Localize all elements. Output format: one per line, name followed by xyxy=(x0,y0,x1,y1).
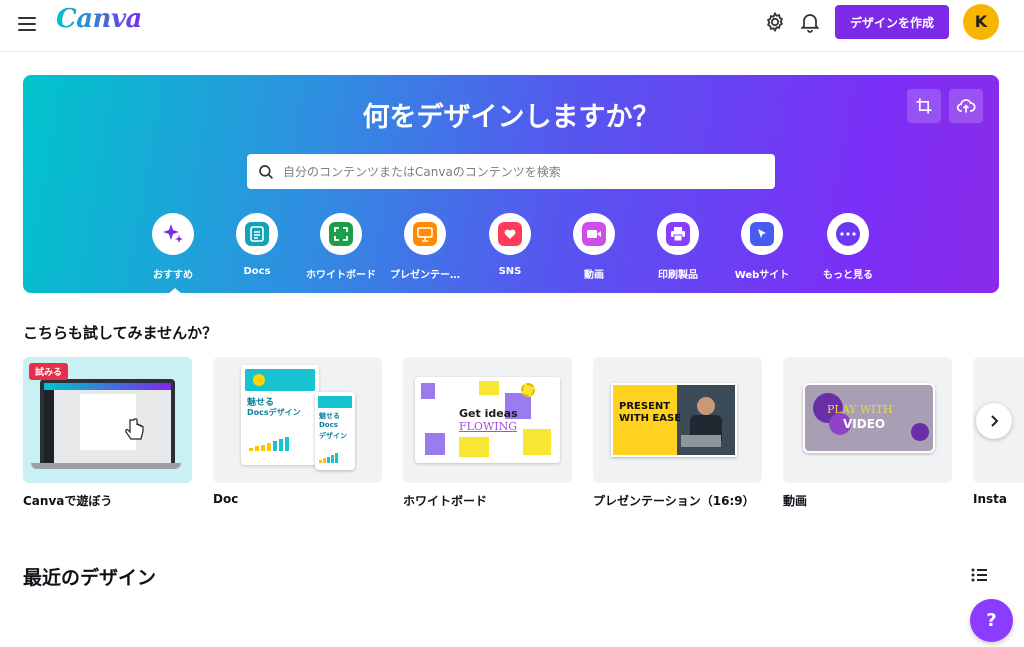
search-icon xyxy=(259,164,273,179)
suggestion-card-play[interactable]: 試みる Canvaで遊ぼう xyxy=(23,357,192,509)
category-label: ホワイトボード xyxy=(306,270,376,281)
help-button[interactable]: ? xyxy=(970,599,1013,642)
search-bar[interactable] xyxy=(247,154,775,189)
category-whiteboard[interactable]: ホワイトボード xyxy=(298,213,384,281)
thumb-text: FLOWING xyxy=(459,420,518,433)
thumb-text: PLAY WITH xyxy=(827,403,893,416)
hero-title: 何をデザインしますか？ xyxy=(362,102,660,133)
card-thumbnail: 魅せる Docsデザイン 魅せる Docs デザイン xyxy=(213,357,382,483)
upload-cloud-icon[interactable] xyxy=(949,89,983,123)
card-thumbnail: PRESENT WITH EASE xyxy=(593,357,762,483)
selected-indicator xyxy=(168,288,182,293)
thumb-text: 魅せる xyxy=(319,412,340,420)
thumb-text: PRESENT xyxy=(619,401,671,412)
gear-icon[interactable] xyxy=(763,10,787,34)
heart-icon xyxy=(498,222,522,246)
category-label: Docs xyxy=(243,266,271,277)
category-video[interactable]: 動画 xyxy=(551,213,637,281)
create-design-button[interactable]: デザインを作成 xyxy=(835,5,949,39)
card-label: Insta xyxy=(973,492,1007,506)
card-label: プレゼンテーション（16:9） xyxy=(593,494,755,508)
suggestion-carousel: 試みる Canvaで遊ぼう 魅せる Docsデザイン 魅せる Docs デザイン… xyxy=(23,357,1024,517)
category-label: 印刷製品 xyxy=(658,270,698,281)
hand-cursor-icon xyxy=(125,418,144,440)
category-label: SNS xyxy=(498,266,522,277)
thumb-text: Get ideas xyxy=(459,407,518,420)
card-thumbnail: PLAY WITH VIDEO xyxy=(783,357,952,483)
thumb-text: Docsデザイン xyxy=(247,408,301,417)
category-label: もっと見る xyxy=(823,270,873,281)
category-presentation[interactable]: プレゼンテー… xyxy=(382,213,468,281)
avatar[interactable]: K xyxy=(963,4,999,40)
crop-icon[interactable] xyxy=(907,89,941,123)
canva-logo[interactable]: Canva xyxy=(56,4,142,34)
thumb-text: VIDEO xyxy=(843,417,886,431)
presentation-icon xyxy=(413,222,437,246)
carousel-next-button[interactable] xyxy=(976,403,1012,439)
category-label: 動画 xyxy=(584,270,604,281)
try-badge: 試みる xyxy=(29,363,69,380)
top-bar: Canva デザインを作成 K xyxy=(0,0,1024,52)
suggestion-card-presentation[interactable]: PRESENT WITH EASE プレゼンテーション（16:9） xyxy=(593,357,762,509)
hero-banner: 何をデザインしますか？ おすすめ Docs xyxy=(23,75,999,293)
suggestion-card-whiteboard[interactable]: Get ideas FLOWING ホワイトボード xyxy=(403,357,572,509)
thumb-text: WITH EASE xyxy=(619,413,682,424)
printer-icon xyxy=(666,222,690,246)
suggestions-title: こちらも試してみませんか？ xyxy=(23,324,218,342)
thumb-text: デザイン xyxy=(319,432,347,440)
category-docs[interactable]: Docs xyxy=(214,213,300,277)
card-label: 動画 xyxy=(783,494,808,508)
category-sns[interactable]: SNS xyxy=(467,213,553,277)
category-label: Webサイト xyxy=(734,270,790,281)
recent-designs-title: 最近のデザイン xyxy=(23,567,157,589)
menu-icon[interactable] xyxy=(18,14,36,31)
more-icon xyxy=(836,222,860,246)
search-input[interactable] xyxy=(283,164,763,179)
sparkle-icon xyxy=(161,222,185,246)
category-label: プレゼンテー… xyxy=(390,270,460,281)
category-recommended[interactable]: おすすめ xyxy=(130,213,216,281)
card-label: Doc xyxy=(213,492,239,506)
list-view-icon[interactable] xyxy=(970,566,990,584)
chevron-right-icon xyxy=(991,415,999,427)
card-label: Canvaで遊ぼう xyxy=(23,494,113,508)
card-thumbnail: Get ideas FLOWING xyxy=(403,357,572,483)
cursor-icon xyxy=(750,222,774,246)
suggestion-card-doc[interactable]: 魅せる Docsデザイン 魅せる Docs デザイン Doc xyxy=(213,357,382,506)
category-bar: おすすめ Docs ホワイトボード プレゼンテー… SNS 動画 印刷製品 We… xyxy=(23,213,999,293)
card-thumbnail: 試みる xyxy=(23,357,192,483)
video-icon xyxy=(582,222,606,246)
category-website[interactable]: Webサイト xyxy=(719,213,805,281)
docs-icon xyxy=(245,222,269,246)
category-label: おすすめ xyxy=(153,270,193,281)
suggestion-card-video[interactable]: PLAY WITH VIDEO 動画 xyxy=(783,357,952,509)
category-more[interactable]: もっと見る xyxy=(805,213,891,281)
category-print[interactable]: 印刷製品 xyxy=(635,213,721,281)
whiteboard-icon xyxy=(329,222,353,246)
thumb-text: Docs xyxy=(319,421,338,429)
card-label: ホワイトボード xyxy=(403,494,488,508)
bell-icon[interactable] xyxy=(798,10,822,34)
